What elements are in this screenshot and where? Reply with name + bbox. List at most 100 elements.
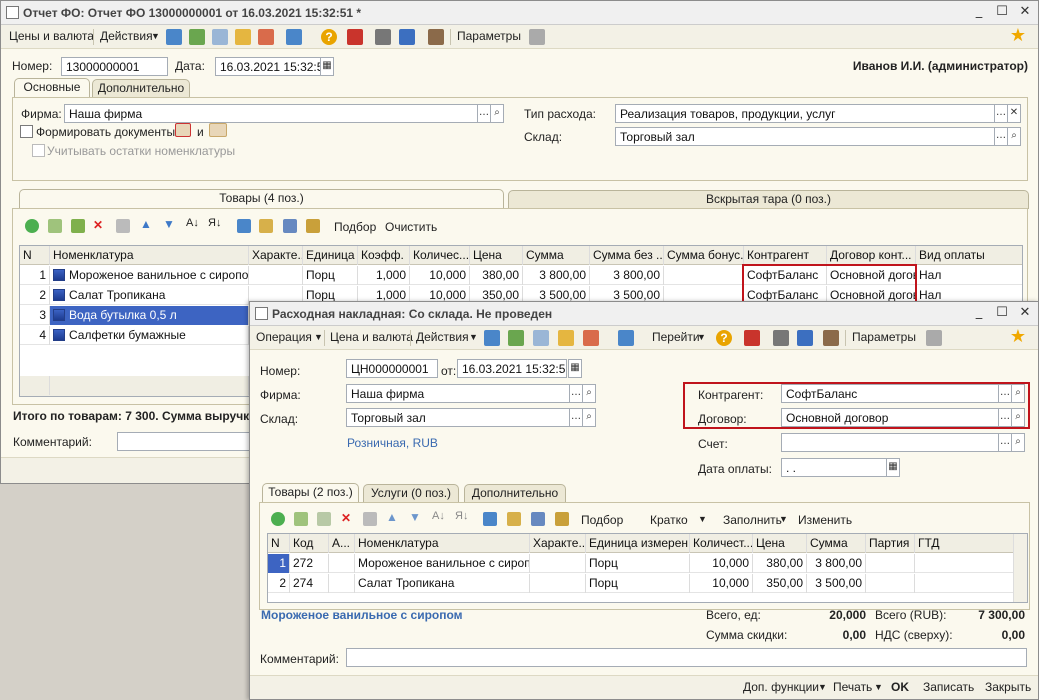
scrollbar[interactable]: [1013, 534, 1027, 602]
favorite-star-icon[interactable]: ★: [1010, 326, 1026, 347]
print-menu[interactable]: Печать: [833, 680, 872, 694]
add-icon[interactable]: [25, 219, 39, 233]
sort-asc-icon[interactable]: A↓: [432, 510, 445, 522]
col-n[interactable]: N: [20, 246, 50, 265]
move-down-icon[interactable]: ▼: [409, 510, 421, 524]
edit-icon[interactable]: [71, 219, 85, 233]
toolbar-icon-1[interactable]: [484, 330, 500, 346]
save-button[interactable]: Записать: [923, 680, 974, 694]
delete-icon[interactable]: ✕: [341, 511, 351, 525]
edit-icon[interactable]: [317, 512, 331, 526]
dop-functions-menu[interactable]: Доп. функции: [743, 680, 819, 694]
maximize-icon[interactable]: ☐: [995, 305, 1009, 320]
col-contr[interactable]: Контрагент: [744, 246, 827, 265]
col-name[interactable]: Номенклатура: [355, 534, 530, 553]
account-field[interactable]: [781, 433, 999, 452]
search-icon[interactable]: ⌕: [1007, 127, 1021, 146]
copy-row-icon[interactable]: [294, 512, 308, 526]
actions-menu[interactable]: Действия: [416, 330, 469, 344]
col-bonus[interactable]: Сумма бонус...: [664, 246, 744, 265]
params-button[interactable]: Параметры: [852, 330, 916, 344]
structure-icon[interactable]: [744, 330, 760, 346]
firm-field[interactable]: Наша фирма: [64, 104, 478, 123]
col-sum[interactable]: Сумма: [523, 246, 590, 265]
search-icon[interactable]: ⌕: [582, 384, 596, 403]
col-unit[interactable]: Единица: [303, 246, 358, 265]
actions-menu[interactable]: Действия: [100, 29, 153, 43]
search-icon[interactable]: ⌕: [490, 104, 504, 123]
col-price[interactable]: Цена: [470, 246, 523, 265]
paste-icon[interactable]: [507, 512, 521, 526]
tab-additional[interactable]: Дополнительно: [92, 79, 190, 98]
col-sum[interactable]: Сумма: [807, 534, 866, 553]
calendar-icon[interactable]: ▦: [320, 57, 334, 76]
help-icon[interactable]: ?: [716, 330, 732, 346]
select-button[interactable]: …: [998, 433, 1012, 452]
pick-button[interactable]: Подбор: [334, 220, 376, 234]
col-qty[interactable]: Количес...: [410, 246, 470, 265]
goods-table[interactable]: N Код А... Номенклатура Характе... Едини…: [267, 533, 1028, 603]
select-button[interactable]: …: [994, 104, 1008, 123]
brief-button[interactable]: Кратко: [650, 513, 688, 527]
comment-field[interactable]: [346, 648, 1027, 667]
copy-icon[interactable]: [926, 330, 942, 346]
copy-row-icon[interactable]: [48, 219, 62, 233]
close-button[interactable]: Закрыть: [985, 680, 1031, 694]
toolbar-icon-2[interactable]: [508, 330, 524, 346]
comment-field[interactable]: [117, 432, 257, 451]
goto-menu[interactable]: Перейти: [652, 330, 700, 344]
prices-button[interactable]: Цены и валюта: [9, 29, 94, 43]
select-button[interactable]: …: [477, 104, 491, 123]
col-code[interactable]: Код: [290, 534, 329, 553]
tree-icon[interactable]: [399, 29, 415, 45]
select-button[interactable]: …: [994, 127, 1008, 146]
select-button[interactable]: …: [569, 384, 583, 403]
toolbar-icon-5[interactable]: [583, 330, 599, 346]
col-gtd[interactable]: ГТД: [915, 534, 1015, 553]
toolbar-icon-3[interactable]: [533, 330, 549, 346]
col-char[interactable]: Характе...: [530, 534, 586, 553]
price-type-link[interactable]: Розничная, RUB: [347, 436, 438, 450]
end-edit-icon[interactable]: [363, 512, 377, 526]
col-batch[interactable]: Партия: [866, 534, 915, 553]
toolbar-icon-2[interactable]: [189, 29, 205, 45]
toolbar-icon-3[interactable]: [212, 29, 228, 45]
move-up-icon[interactable]: ▲: [386, 510, 398, 524]
favorite-star-icon[interactable]: ★: [1010, 25, 1026, 46]
tab-goods[interactable]: Товары (2 поз.): [262, 483, 359, 503]
toolbar-icon-4[interactable]: [558, 330, 574, 346]
tab-tara[interactable]: Вскрытая тара (0 поз.): [508, 190, 1029, 209]
add-icon[interactable]: [271, 512, 285, 526]
params-button[interactable]: Параметры: [457, 29, 521, 43]
col-coef[interactable]: Коэфф.: [358, 246, 410, 265]
table-row[interactable]: 2 274 Салат Тропикана Порц 10,000 350,00…: [268, 574, 1027, 593]
clear-icon[interactable]: ✕: [1007, 104, 1021, 123]
select-button[interactable]: …: [998, 408, 1012, 427]
toolbar-icon-5[interactable]: [258, 29, 274, 45]
sort-desc-icon[interactable]: Я↓: [455, 510, 468, 522]
clear-button[interactable]: Очистить: [385, 220, 437, 234]
paste2-icon[interactable]: [306, 219, 320, 233]
col-a[interactable]: А...: [329, 534, 355, 553]
date-field[interactable]: 16.03.2021 15:32:51: [215, 57, 321, 76]
dog-field[interactable]: Основной договор: [781, 408, 999, 427]
tab-goods[interactable]: Товары (4 поз.): [19, 189, 504, 209]
copy-icon[interactable]: [529, 29, 545, 45]
maximize-icon[interactable]: ☐: [995, 4, 1009, 19]
move-down-icon[interactable]: ▼: [163, 217, 175, 231]
structure-icon[interactable]: [347, 29, 363, 45]
toolbar-icon-4[interactable]: [235, 29, 251, 45]
search-icon[interactable]: ⌕: [1011, 408, 1025, 427]
copy2-icon[interactable]: [283, 219, 297, 233]
minimize-icon[interactable]: _: [972, 305, 986, 320]
doc-icon-2[interactable]: [209, 123, 227, 137]
paste-icon[interactable]: [259, 219, 273, 233]
number-field[interactable]: ЦН000000001: [346, 359, 438, 378]
paste2-icon[interactable]: [555, 512, 569, 526]
pick-button[interactable]: Подбор: [581, 513, 623, 527]
warehouse-field[interactable]: Торговый зал: [346, 408, 570, 427]
print-icon[interactable]: [428, 29, 444, 45]
sort-asc-icon[interactable]: A↓: [186, 217, 199, 229]
expense-field[interactable]: Реализация товаров, продукции, услуг: [615, 104, 995, 123]
close-icon[interactable]: ✕: [1018, 305, 1032, 320]
